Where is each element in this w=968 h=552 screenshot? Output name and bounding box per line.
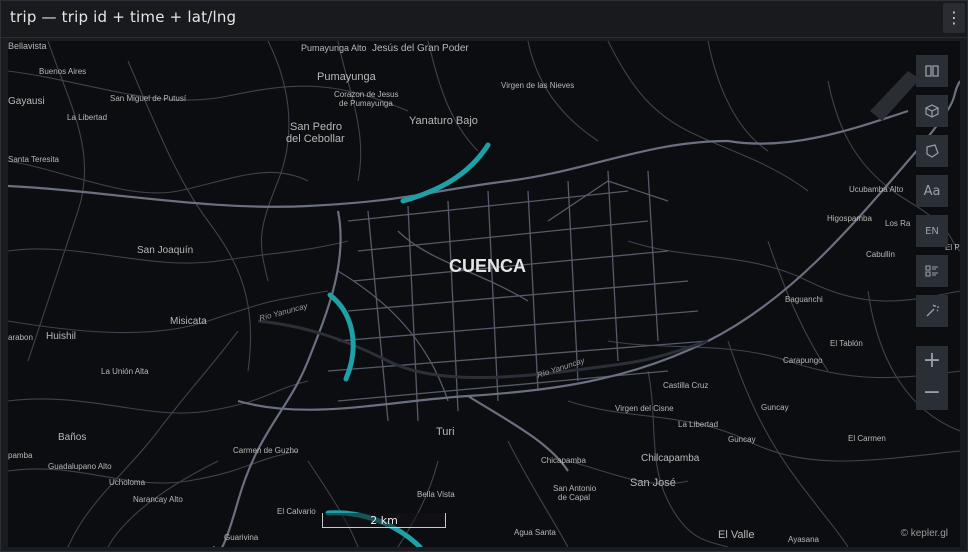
cube-icon[interactable]: [916, 95, 948, 127]
place-label: Virgen de las Nieves: [501, 81, 574, 90]
polygon-draw-icon[interactable]: [916, 135, 948, 167]
map-canvas[interactable]: Bellavista Pumayunga Alto Jesús del Gran…: [8, 41, 960, 547]
place-label: pamba: [8, 451, 33, 460]
place-label: Bella Vista: [417, 490, 455, 499]
place-label: Huishil: [46, 331, 76, 342]
place-label: Ucholoma: [109, 478, 146, 487]
text-label-toggle[interactable]: Aa: [916, 175, 948, 207]
place-label: El Valle: [718, 529, 754, 541]
place-label: de Capal: [558, 493, 590, 502]
place-label: Pumayunga: [317, 71, 377, 83]
zoom-in-button[interactable]: +: [916, 346, 948, 378]
place-label: Agua Santa: [514, 528, 556, 537]
place-label: Virgen del Cisne: [615, 404, 674, 413]
scale-bar: 2 km: [322, 513, 446, 528]
place-label: San Joaquín: [137, 245, 193, 256]
city-label: CUENCA: [449, 256, 526, 276]
place-label: San Antonio: [553, 484, 597, 493]
place-label: Guncay: [728, 435, 756, 444]
map-panel: trip — trip id + time + lat/lng ⋮ Bellav…: [0, 0, 968, 552]
vertical-ellipsis-icon[interactable]: ⋮: [943, 3, 965, 33]
place-label: Gayausi: [8, 96, 45, 107]
map-svg: Bellavista Pumayunga Alto Jesús del Gran…: [8, 41, 960, 547]
place-label: Baños: [58, 432, 86, 443]
place-label: La Libertad: [678, 420, 718, 429]
place-label: arabon: [8, 333, 33, 342]
place-label: Castilla Cruz: [663, 381, 708, 390]
place-label: Guarivina: [224, 533, 259, 542]
place-label: Corazon de Jesus: [334, 90, 398, 99]
language-toggle[interactable]: EN: [916, 215, 948, 247]
place-label: Jesús del Gran Poder: [372, 43, 469, 54]
place-label: Carapungo: [783, 356, 823, 365]
place-label: Bellavista: [8, 41, 47, 51]
place-label: San José: [630, 477, 676, 489]
place-label: Guncay: [761, 403, 789, 412]
legend-icon[interactable]: [916, 255, 948, 287]
place-label: Higospamba: [827, 214, 872, 223]
place-label: San Miguel de Putusí: [110, 94, 187, 103]
place-label: Ayasana: [788, 535, 820, 544]
place-label: Cabullin: [866, 250, 895, 259]
book-icon[interactable]: [916, 55, 948, 87]
place-label: Ucubamba Alto: [849, 185, 904, 194]
attribution[interactable]: © kepler.gl: [901, 528, 948, 539]
place-label: Chicapamba: [541, 456, 586, 465]
place-label: San Pedro: [290, 121, 342, 133]
place-label: Narancay Alto: [133, 495, 183, 504]
place-label: El Carmen: [848, 434, 886, 443]
place-label: Carmen de Guzho: [233, 446, 299, 455]
panel-header: trip — trip id + time + lat/lng ⋮: [1, 1, 967, 38]
place-label: Yanaturo Bajo: [409, 115, 478, 127]
place-label: Chilcapamba: [641, 453, 700, 464]
panel-title: trip — trip id + time + lat/lng: [10, 8, 237, 26]
zoom-out-button[interactable]: −: [916, 378, 948, 410]
place-label: Pumayunga Alto: [301, 43, 367, 53]
place-label: Guadalupano Alto: [48, 462, 112, 471]
place-label: Santa Teresita: [8, 155, 60, 164]
place-label: Los Ra: [885, 219, 911, 228]
magic-wand-icon[interactable]: [916, 295, 948, 327]
place-label: de Pumayunga: [339, 99, 393, 108]
place-label: Misicata: [170, 316, 207, 327]
place-label: Buenos Aires: [39, 67, 86, 76]
place-label: La Libertad: [67, 113, 107, 122]
place-label: Turi: [436, 426, 455, 438]
place-label: del Cebollar: [286, 133, 345, 145]
place-label: El Calvario: [277, 507, 316, 516]
place-label: La Unión Alta: [101, 367, 149, 376]
place-label: Baguanchi: [785, 295, 823, 304]
place-label: El Tablón: [830, 339, 863, 348]
